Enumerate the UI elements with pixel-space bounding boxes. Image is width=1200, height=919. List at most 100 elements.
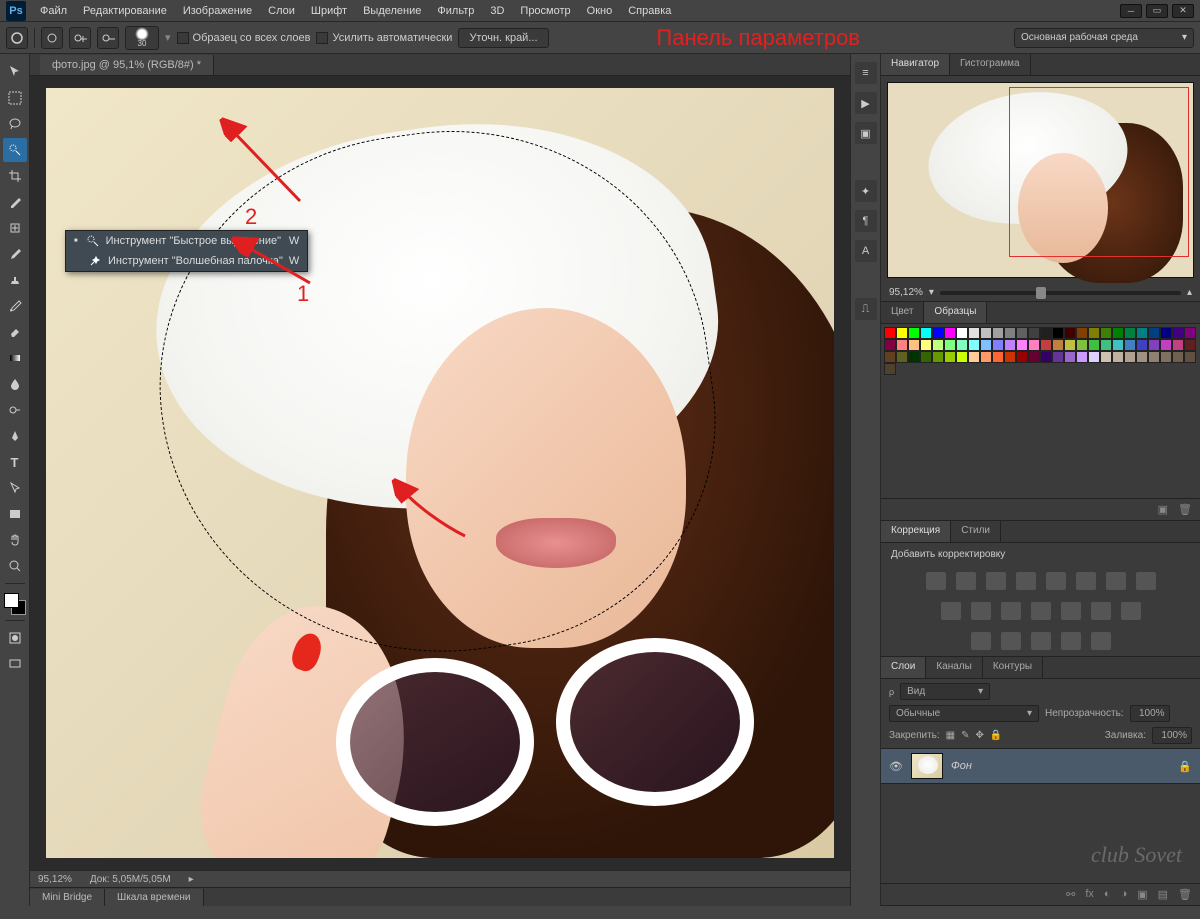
maximize-button[interactable]: ▭ [1146, 4, 1168, 18]
swatch[interactable] [908, 327, 920, 339]
menu-Файл[interactable]: Файл [32, 2, 75, 20]
brightness-icon[interactable] [926, 572, 946, 590]
menu-Фильтр[interactable]: Фильтр [429, 2, 482, 20]
swatch[interactable] [1136, 339, 1148, 351]
visibility-toggle[interactable]: 👁 [889, 760, 903, 773]
swatch[interactable] [896, 327, 908, 339]
menu-Слои[interactable]: Слои [260, 2, 303, 20]
fill-adjust-icon[interactable]: ◑ [1121, 888, 1128, 901]
swatch[interactable] [884, 339, 896, 351]
menu-Окно[interactable]: Окно [579, 2, 621, 20]
new-swatch-icon[interactable]: ▣ [1158, 503, 1168, 516]
swatch[interactable] [968, 339, 980, 351]
swatch[interactable] [932, 327, 944, 339]
swatch[interactable] [1124, 327, 1136, 339]
tab-mini-bridge[interactable]: Mini Bridge [30, 889, 105, 906]
document-tab[interactable]: фото.jpg @ 95,1% (RGB/8#) * [40, 55, 214, 75]
swatch[interactable] [1100, 327, 1112, 339]
tab-navigator[interactable]: Навигатор [881, 54, 950, 75]
swatch[interactable] [920, 351, 932, 363]
menu-Редактирование[interactable]: Редактирование [75, 2, 175, 20]
posterize-icon[interactable] [1061, 602, 1081, 620]
menu-3D[interactable]: 3D [482, 2, 512, 20]
swatch[interactable] [1172, 327, 1184, 339]
new-layer-icon[interactable]: ▤ [1158, 888, 1168, 901]
subtract-selection-button[interactable] [97, 27, 119, 49]
filter-shape-icon[interactable] [1062, 685, 1078, 699]
blur-tool[interactable] [3, 372, 27, 396]
tab-swatches[interactable]: Образцы [924, 302, 987, 323]
swatch[interactable] [1184, 327, 1196, 339]
marquee-tool[interactable] [3, 86, 27, 110]
strip-icon[interactable]: ▶ [855, 92, 877, 114]
screen-mode-toggle[interactable] [3, 652, 27, 676]
swatch[interactable] [956, 327, 968, 339]
fill-field[interactable]: 100% [1152, 727, 1192, 744]
status-zoom[interactable]: 95,12% [38, 874, 72, 885]
filter-smart-icon[interactable] [1084, 685, 1100, 699]
brush-picker[interactable]: 30 [125, 26, 159, 50]
hue-icon[interactable] [1076, 572, 1096, 590]
swatch[interactable] [1172, 339, 1184, 351]
swatch[interactable] [1136, 327, 1148, 339]
curves-icon[interactable] [986, 572, 1006, 590]
exposure-icon[interactable] [1016, 572, 1036, 590]
swatch[interactable] [1112, 327, 1124, 339]
close-button[interactable]: ✕ [1172, 4, 1194, 18]
gradient-tool[interactable] [3, 346, 27, 370]
swatch[interactable] [1160, 351, 1172, 363]
swatch[interactable] [1124, 339, 1136, 351]
swatch[interactable] [1016, 351, 1028, 363]
layer-name[interactable]: Фон [951, 760, 972, 772]
strip-icon[interactable]: ⎍ [855, 298, 877, 320]
opacity-field[interactable]: 100% [1130, 705, 1170, 722]
auto-enhance-checkbox[interactable]: Усилить автоматически [316, 32, 452, 44]
brush-tool[interactable] [3, 242, 27, 266]
refine-edge-button[interactable]: Уточн. край... [458, 28, 548, 48]
clone-stamp-tool[interactable] [3, 268, 27, 292]
swatch[interactable] [1004, 339, 1016, 351]
swatch[interactable] [968, 351, 980, 363]
menu-Выделение[interactable]: Выделение [355, 2, 429, 20]
rectangle-tool[interactable] [3, 502, 27, 526]
quick-mask-toggle[interactable] [3, 626, 27, 650]
swatch[interactable] [980, 351, 992, 363]
selective-color-icon[interactable] [971, 632, 991, 650]
swatch[interactable] [968, 327, 980, 339]
lock-transparency-icon[interactable]: ▦ [946, 730, 955, 741]
swatch[interactable] [1112, 339, 1124, 351]
swatches-grid[interactable] [881, 324, 1200, 378]
add-selection-button[interactable] [69, 27, 91, 49]
invert-icon[interactable] [1031, 602, 1051, 620]
swatch[interactable] [980, 339, 992, 351]
swatch[interactable] [1160, 327, 1172, 339]
crop-tool[interactable] [3, 164, 27, 188]
swatch[interactable] [1028, 339, 1040, 351]
photo-filter-icon[interactable] [941, 602, 961, 620]
healing-brush-tool[interactable] [3, 216, 27, 240]
strip-icon[interactable]: ▣ [855, 122, 877, 144]
swatch[interactable] [956, 351, 968, 363]
delete-layer-icon[interactable]: 🗑 [1178, 888, 1192, 901]
pen-tool[interactable] [3, 424, 27, 448]
swatch[interactable] [1088, 351, 1100, 363]
swatch[interactable] [1064, 351, 1076, 363]
canvas[interactable] [46, 88, 834, 858]
swatch[interactable] [1088, 339, 1100, 351]
swatch[interactable] [1028, 327, 1040, 339]
swatch[interactable] [1172, 351, 1184, 363]
menu-Шрифт[interactable]: Шрифт [303, 2, 355, 20]
swatch[interactable] [1088, 327, 1100, 339]
swatch[interactable] [1028, 351, 1040, 363]
levels-icon[interactable] [956, 572, 976, 590]
swatch[interactable] [1016, 327, 1028, 339]
swatch[interactable] [1052, 351, 1064, 363]
swatch[interactable] [896, 339, 908, 351]
blend-mode-dropdown[interactable]: Обычные▾ [889, 705, 1039, 722]
tab-layers[interactable]: Слои [881, 657, 926, 678]
bw-icon[interactable] [1136, 572, 1156, 590]
swatch[interactable] [1052, 339, 1064, 351]
swatch[interactable] [908, 351, 920, 363]
gradient-map-icon[interactable] [1121, 602, 1141, 620]
navigator-zoom-slider[interactable] [940, 291, 1181, 295]
